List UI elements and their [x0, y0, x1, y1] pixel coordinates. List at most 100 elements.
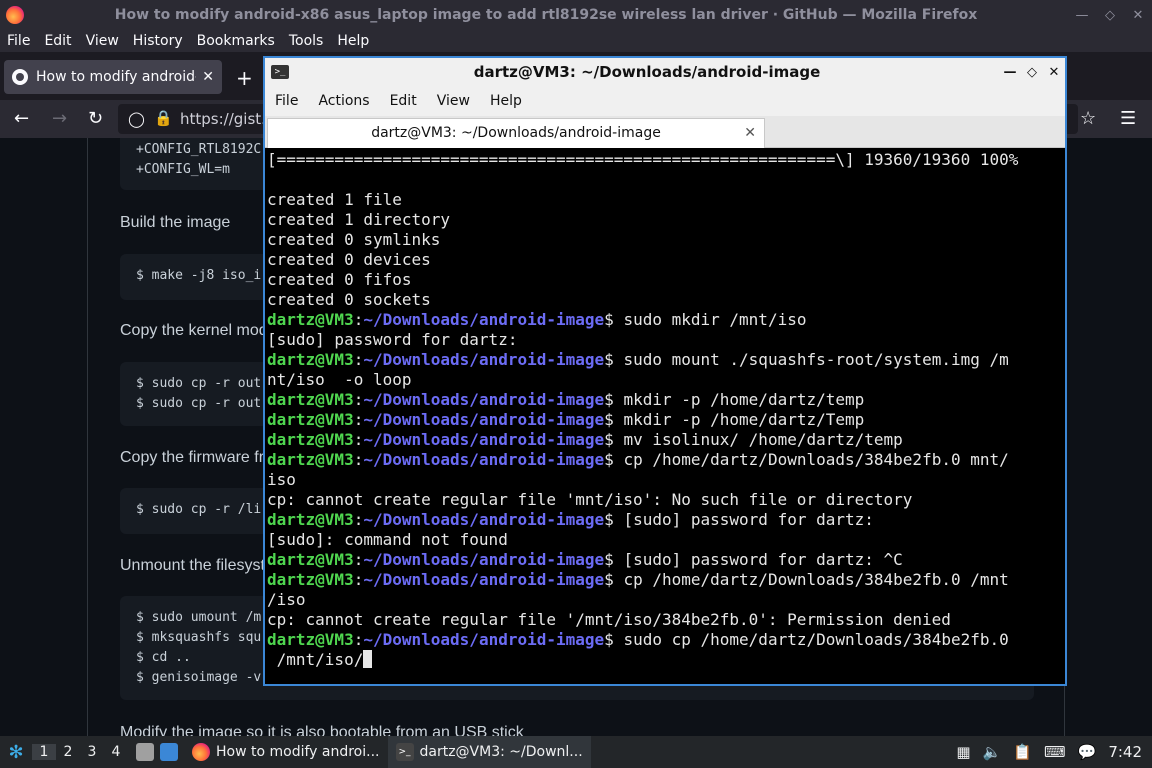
- notification-icon[interactable]: 💬: [1072, 743, 1103, 761]
- browser-tab[interactable]: How to modify android-x86 ✕: [4, 60, 222, 94]
- taskbar-terminal-label: dartz@VM3: ~/Downl...: [419, 744, 583, 760]
- terminal-titlebar[interactable]: >_ dartz@VM3: ~/Downloads/android-image …: [265, 58, 1065, 86]
- prompt-path: ~/Downloads/android-image: [363, 390, 605, 409]
- prompt-user: dartz@VM3: [267, 550, 354, 569]
- prompt-path: ~/Downloads/android-image: [363, 430, 605, 449]
- taskbar-terminal[interactable]: >_ dartz@VM3: ~/Downl...: [387, 736, 591, 768]
- firefox-icon: [192, 743, 210, 761]
- terminal-text: nt/iso -o loop: [267, 370, 412, 389]
- prompt-path: ~/Downloads/android-image: [363, 550, 605, 569]
- terminal-window[interactable]: >_ dartz@VM3: ~/Downloads/android-image …: [263, 56, 1067, 686]
- terminal-icon: >_: [271, 65, 289, 79]
- terminal-tab-label: dartz@VM3: ~/Downloads/android-image: [371, 125, 661, 141]
- terminal-line: cp: cannot create regular file '/mnt/iso…: [267, 610, 1063, 630]
- workspace-2[interactable]: 2: [56, 744, 80, 760]
- menu-help[interactable]: Help: [330, 33, 376, 49]
- reload-icon[interactable]: ↻: [88, 108, 103, 129]
- prompt-user: dartz@VM3: [267, 570, 354, 589]
- lock-icon[interactable]: 🔒: [154, 109, 173, 127]
- prompt-path: ~/Downloads/android-image: [363, 630, 605, 649]
- hamburger-menu-icon[interactable]: ☰: [1120, 108, 1136, 129]
- menu-bookmarks[interactable]: Bookmarks: [190, 33, 282, 49]
- shield-icon[interactable]: ◯: [128, 110, 145, 128]
- prompt-user: dartz@VM3: [267, 430, 354, 449]
- maximize-icon[interactable]: ◇: [1021, 65, 1043, 80]
- clipboard-icon[interactable]: 📋: [1007, 743, 1038, 761]
- prompt-user: dartz@VM3: [267, 510, 354, 529]
- terminal-text: sudo mount ./squashfs-root/system.img /m: [613, 350, 1009, 369]
- prompt-user: dartz@VM3: [267, 350, 354, 369]
- menu-actions[interactable]: Actions: [308, 93, 379, 109]
- text-cursor: [363, 650, 373, 668]
- menu-edit[interactable]: Edit: [380, 93, 427, 109]
- close-icon[interactable]: ✕: [1124, 8, 1152, 23]
- menu-file[interactable]: File: [0, 33, 37, 49]
- prompt-path: ~/Downloads/android-image: [363, 510, 605, 529]
- workspace-1[interactable]: 1: [32, 744, 56, 760]
- clock: 7:42: [1108, 743, 1142, 761]
- window-title: How to modify android-x86 asus_laptop im…: [114, 7, 978, 23]
- terminal-text: created 0 sockets: [267, 290, 431, 309]
- terminal-text: /iso: [267, 590, 306, 609]
- terminal-line: [=======================================…: [267, 150, 1063, 170]
- menu-help[interactable]: Help: [480, 93, 532, 109]
- terminal-text: sudo mkdir /mnt/iso: [613, 310, 807, 329]
- terminal-output[interactable]: [=======================================…: [267, 150, 1063, 684]
- terminal-text: created 0 fifos: [267, 270, 412, 289]
- menu-history[interactable]: History: [126, 33, 190, 49]
- forward-icon[interactable]: →: [52, 108, 67, 129]
- menu-edit[interactable]: Edit: [37, 33, 78, 49]
- terminal-text: cp /home/dartz/Downloads/384be2fb.0 mnt/: [613, 450, 1009, 469]
- paragraph: Modify the image so it is also bootable …: [120, 724, 524, 736]
- terminal-text: [sudo] password for dartz: ^C: [613, 550, 903, 569]
- terminal-text: [sudo] password for dartz:: [267, 330, 518, 349]
- prompt-user: dartz@VM3: [267, 450, 354, 469]
- terminal-tab[interactable]: dartz@VM3: ~/Downloads/android-image ✕: [267, 118, 765, 148]
- terminal-line: iso: [267, 470, 1063, 490]
- terminal-text: created 1 file: [267, 190, 402, 209]
- tab-close-icon[interactable]: ✕: [196, 69, 214, 85]
- minimize-icon[interactable]: —: [999, 65, 1021, 80]
- menu-file[interactable]: File: [265, 93, 308, 109]
- maximize-icon[interactable]: ◇: [1096, 8, 1124, 23]
- paragraph: Build the image: [120, 214, 231, 231]
- keyboard-icon[interactable]: ⌨: [1038, 743, 1072, 761]
- app-launcher-icon[interactable]: ✻: [0, 742, 32, 763]
- terminal-text: sudo cp /home/dartz/Downloads/384be2fb.0: [613, 630, 1009, 649]
- prompt-path: ~/Downloads/android-image: [363, 450, 605, 469]
- terminal-text: cp: cannot create regular file '/mnt/iso…: [267, 610, 951, 629]
- firefox-logo-icon: [6, 6, 24, 24]
- tab-close-icon[interactable]: ✕: [744, 119, 756, 147]
- back-icon[interactable]: ←: [14, 108, 29, 129]
- workspace-3[interactable]: 3: [80, 744, 104, 760]
- network-icon[interactable]: ▦: [950, 743, 976, 761]
- workspace-4[interactable]: 4: [104, 744, 128, 760]
- github-icon: [12, 69, 28, 85]
- prompt-path: ~/Downloads/android-image: [363, 570, 605, 589]
- terminal-line: dartz@VM3:~/Downloads/android-image$ cp …: [267, 450, 1009, 469]
- volume-icon[interactable]: 🔈: [977, 743, 1008, 761]
- terminal-text: iso: [267, 470, 296, 489]
- file-manager-icon[interactable]: [136, 743, 154, 761]
- firefox-titlebar: How to modify android-x86 asus_laptop im…: [0, 0, 1152, 30]
- terminal-text: [sudo] password for dartz:: [613, 510, 874, 529]
- taskbar-firefox-label: How to modify androi...: [216, 744, 380, 760]
- show-desktop-icon[interactable]: [160, 743, 178, 761]
- terminal-line: created 0 fifos: [267, 270, 1063, 290]
- new-tab-button[interactable]: +: [236, 66, 253, 90]
- terminal-line: [sudo] password for dartz:: [267, 330, 1063, 350]
- terminal-line: cp: cannot create regular file 'mnt/iso'…: [267, 490, 1063, 510]
- terminal-line: nt/iso -o loop: [267, 370, 1063, 390]
- taskbar-firefox[interactable]: How to modify androi...: [184, 736, 388, 768]
- menu-view[interactable]: View: [427, 93, 480, 109]
- terminal-text: mkdir -p /home/dartz/temp: [613, 390, 865, 409]
- terminal-line: created 0 sockets: [267, 290, 1063, 310]
- close-icon[interactable]: ✕: [1043, 65, 1065, 80]
- terminal-line: created 1 file: [267, 190, 1063, 210]
- minimize-icon[interactable]: —: [1068, 8, 1096, 23]
- menu-tools[interactable]: Tools: [282, 33, 331, 49]
- terminal-line: created 0 symlinks: [267, 230, 1063, 250]
- bookmark-star-icon[interactable]: ☆: [1080, 108, 1096, 129]
- menu-view[interactable]: View: [79, 33, 126, 49]
